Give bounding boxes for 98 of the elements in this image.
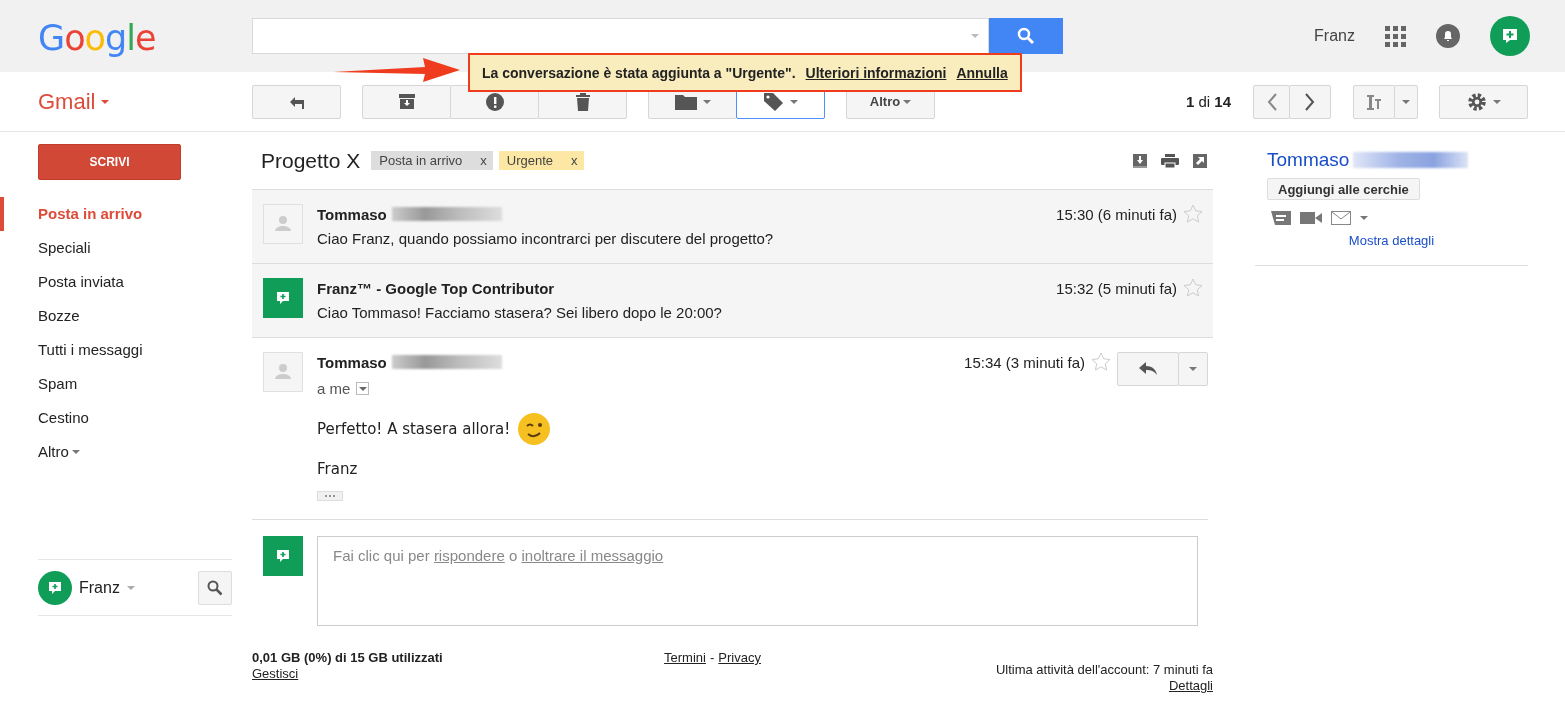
download-icon (1133, 153, 1147, 168)
winking-emoji-icon (518, 413, 551, 445)
next-button[interactable] (1289, 84, 1331, 119)
reply-arrow-icon (1139, 362, 1157, 376)
reply-link[interactable]: rispondere (433, 547, 505, 564)
chat-user-name[interactable]: Franz (79, 578, 120, 597)
sidebar-item[interactable]: Tutti i messaggi (0, 333, 143, 367)
caret-icon (358, 386, 367, 391)
contact-name[interactable]: Tommaso (1267, 149, 1350, 171)
archive-button[interactable] (362, 84, 451, 119)
video-camera-icon (1300, 211, 1322, 225)
show-details-link[interactable]: Mostra dettagli (1348, 233, 1435, 248)
search-icon (207, 579, 223, 596)
input-tools-button[interactable] (1353, 84, 1395, 119)
message-snippet: Ciao Franz, quando possiamo incontrarci per discutere del progetto? (317, 230, 775, 247)
remove-label-button[interactable]: x (571, 153, 578, 168)
notification-text: La conversazione è stata aggiunta a "Urgente". (482, 64, 796, 81)
notification-bell-icon (1436, 24, 1460, 48)
chat-bubble-avatar-icon (1490, 16, 1530, 56)
caret-icon (1189, 367, 1197, 371)
search-field[interactable] (252, 18, 989, 54)
details-link[interactable]: Dettagli (1168, 678, 1213, 693)
sidebar-item[interactable]: Spam (0, 367, 78, 401)
compose-button[interactable]: SCRIVI (38, 144, 181, 180)
message-text: Perfetto! A stasera allora! (317, 420, 511, 438)
caret-icon (126, 585, 135, 590)
message-snippet: Ciao Tommaso! Facciamo stasera? Sei libero dopo le 20:00? (317, 304, 723, 321)
open-new-window-icon (1193, 153, 1207, 168)
tag-icon (763, 92, 784, 111)
notification-link[interactable]: Annulla (956, 64, 1008, 81)
caret-icon (1360, 216, 1368, 220)
user-name[interactable]: Franz (1314, 27, 1355, 45)
recipient-text: a me (317, 380, 351, 397)
forward-link[interactable]: inoltrare il messaggio (521, 547, 664, 564)
last-activity-text: Ultima attività dell'account: 7 minuti fa (995, 662, 1213, 677)
person-avatar-icon (263, 204, 303, 244)
page-count: 1 di 14 (1185, 93, 1231, 110)
chat-search-button[interactable] (198, 570, 232, 605)
sidebar-item[interactable]: Bozze (0, 299, 80, 333)
search-button[interactable] (989, 18, 1063, 54)
caret-icon (71, 450, 80, 454)
apps-grid-icon (1385, 25, 1406, 47)
sidebar-item[interactable]: Speciali (0, 231, 91, 265)
caret-icon (789, 99, 798, 104)
chat-bubble-avatar-icon (263, 278, 303, 318)
input-tools-icon (1366, 92, 1382, 111)
back-button[interactable] (252, 84, 341, 119)
reply-field[interactable]: Fai clic qui per rispondere o inoltrare il messaggio (317, 536, 1198, 626)
exclamation-icon (485, 92, 504, 111)
chat-bubble-avatar-icon (263, 536, 303, 576)
trash-icon (573, 92, 592, 111)
sender-name: Tommaso (317, 205, 387, 223)
settings-icon (1466, 91, 1487, 112)
label-name[interactable]: Urgente (506, 153, 554, 168)
sender-name: Tommaso (317, 353, 387, 371)
chevron-right-icon (1304, 92, 1316, 111)
person-avatar-icon (263, 352, 303, 392)
sidebar-item[interactable]: Posta in arrivo (0, 197, 143, 231)
thread-subject: Progetto X (261, 148, 361, 173)
print-icon (1161, 153, 1179, 168)
caret-icon (702, 99, 711, 104)
input-tools-dropdown[interactable] (1394, 84, 1418, 119)
remove-label-button[interactable]: x (480, 153, 487, 168)
message-text: Franz (317, 460, 358, 478)
caret-icon (903, 99, 912, 104)
message-time: 15:34 (3 minuti fa) (964, 353, 1085, 371)
sender-name: Franz™ - Google Top Contributor (317, 279, 555, 297)
terms-link[interactable]: Termini (664, 650, 706, 665)
manage-link[interactable]: Gestisci (252, 666, 299, 681)
privacy-link[interactable]: Privacy (718, 650, 761, 665)
caret-icon (1492, 99, 1501, 104)
details-dropdown[interactable] (356, 382, 370, 395)
chat-icon (1271, 211, 1291, 225)
notification-link[interactable]: Ulteriori informazioni (805, 64, 947, 81)
google-logo: Google (37, 18, 157, 58)
envelope-icon (1331, 211, 1351, 225)
caret-icon (971, 34, 979, 38)
sidebar-item[interactable]: Cestino (0, 401, 89, 435)
search-icon (1017, 27, 1035, 45)
archive-icon (397, 92, 416, 111)
chevron-left-icon (1265, 92, 1278, 111)
storage-usage: 0,01 GB (0%) di 15 GB utilizzati (252, 650, 444, 665)
sidebar-more[interactable]: Altro (0, 435, 80, 469)
app-menu[interactable]: Gmail (0, 88, 252, 115)
caret-icon (1402, 99, 1410, 104)
message-time: 15:32 (5 minuti fa) (1056, 279, 1177, 297)
user-avatar-icon (38, 570, 72, 605)
show-trimmed-content-icon (317, 491, 343, 501)
separator-text: - (709, 650, 715, 665)
settings-button[interactable] (1439, 84, 1528, 119)
label-name[interactable]: Posta in arrivo (379, 153, 463, 168)
previous-button[interactable] (1253, 84, 1290, 119)
sidebar-item[interactable]: Posta inviata (0, 265, 124, 299)
reply-button[interactable] (1117, 352, 1179, 386)
reply-prompt: Fai clic qui per rispondere o inoltrare il messaggio (333, 547, 665, 564)
message-time: 15:30 (6 minuti fa) (1056, 205, 1177, 223)
caret-icon (101, 99, 110, 104)
add-to-circles-button[interactable]: Aggiungi alle cerchie (1267, 178, 1420, 200)
